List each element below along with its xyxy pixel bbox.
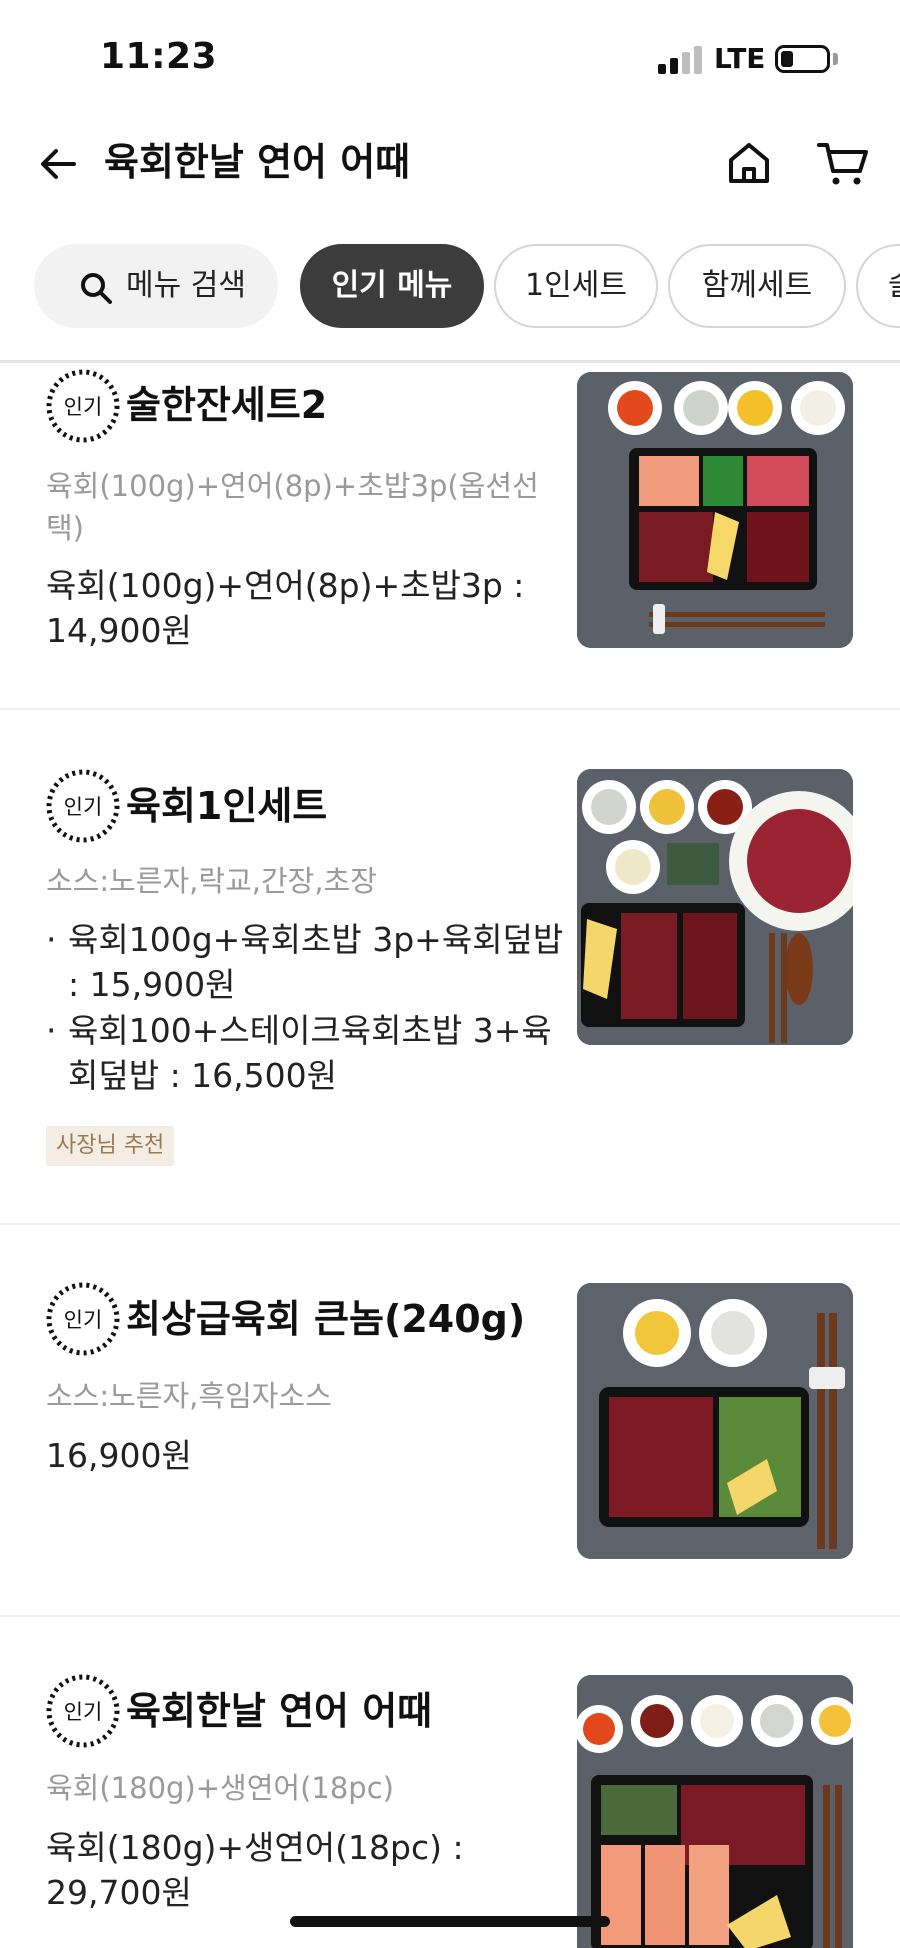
tab-together-set[interactable]: 함께세트 xyxy=(668,244,846,328)
popular-badge-icon: 인기 xyxy=(46,1674,120,1748)
owner-recommend-tag: 사장님 추천 xyxy=(46,1126,175,1166)
menu-description: 소스:노른자,흑임자소스 xyxy=(46,1379,332,1413)
food-photo-image xyxy=(577,1283,853,1559)
popular-badge-icon: 인기 xyxy=(46,369,120,443)
menu-price: 육회(180g)+생연어(18pc) : 29,700원 xyxy=(46,1828,464,1912)
food-photo-image xyxy=(577,769,853,1045)
menu-description: 소스:노른자,락교,간장,초장 xyxy=(46,864,377,898)
menu-item-premium-yukhoe-large[interactable]: 인기 최상급육회 큰놈(240g) 소스:노른자,흑임자소스 16,900원 xyxy=(0,1225,900,1615)
menu-name: 육회1인세트 xyxy=(126,784,328,828)
search-icon xyxy=(81,273,112,304)
popular-badge-label: 인기 xyxy=(64,395,103,419)
menu-photo xyxy=(577,1675,853,1948)
network-type: LTE xyxy=(714,42,766,75)
popular-badge-icon: 인기 xyxy=(46,769,120,843)
cart-icon[interactable] xyxy=(816,138,870,188)
popular-badge-label: 인기 xyxy=(64,1700,103,1724)
popular-badge-label: 인기 xyxy=(64,1308,103,1332)
menu-name: 최상급육회 큰놈(240g) xyxy=(126,1297,526,1341)
back-arrow-icon[interactable] xyxy=(34,140,82,188)
battery-tip xyxy=(833,53,838,65)
status-time: 11:23 xyxy=(100,36,218,77)
tab-drinks[interactable]: 술 xyxy=(856,244,900,328)
menu-photo xyxy=(577,769,853,1045)
popular-badge-label: 인기 xyxy=(64,795,103,819)
menu-option-text: 육회100g+육회초밥 3p+육회덮밥 : 15,900원 xyxy=(68,920,564,1004)
menu-item-sulhanjan-set2[interactable]: 인기 술한잔세트2 육회(100g)+연어(8p)+초밥3p(옵션선택) 육회(… xyxy=(0,363,900,708)
menu-item-yukhoe-salmon[interactable]: 인기 육회한날 연어 어때 육회(180g)+생연어(18pc) 육회(180g… xyxy=(0,1617,900,1948)
page-title: 육회한날 연어 어때 xyxy=(104,140,411,184)
menu-option-line: · 육회100g+육회초밥 3p+육회덮밥 : 15,900원 xyxy=(46,920,564,1004)
menu-item-yukhoe-single-set[interactable]: 인기 육회1인세트 소스:노른자,락교,간장,초장 · 육회100g+육회초밥 3… xyxy=(0,710,900,1223)
home-indicator xyxy=(290,1916,610,1927)
food-photo-image xyxy=(577,372,853,648)
category-tabs: 메뉴 검색 인기 메뉴 1인세트 함께세트 술 xyxy=(0,240,900,332)
menu-price: 육회(100g)+연어(8p)+초밥3p : 14,900원 xyxy=(46,566,525,650)
menu-search-button[interactable]: 메뉴 검색 xyxy=(34,244,278,328)
menu-name: 술한잔세트2 xyxy=(126,383,328,427)
status-bar: 11:23 LTE xyxy=(0,0,900,118)
menu-price: 16,900원 xyxy=(46,1436,192,1475)
menu-option-text: 육회100+스테이크육회초밥 3+육회덮밥 : 16,500원 xyxy=(68,1011,552,1095)
battery-icon xyxy=(775,45,830,73)
menu-search-label: 메뉴 검색 xyxy=(126,268,246,303)
menu-description: 육회(180g)+생연어(18pc) xyxy=(46,1771,394,1805)
food-photo-image xyxy=(577,1675,853,1948)
menu-photo xyxy=(577,372,853,648)
menu-option-line: · 육회100+스테이크육회초밥 3+육회덮밥 : 16,500원 xyxy=(46,1011,552,1095)
popular-badge-icon: 인기 xyxy=(46,1282,120,1356)
home-icon[interactable] xyxy=(724,138,774,188)
tab-popular-menu[interactable]: 인기 메뉴 xyxy=(300,244,484,328)
app-header: 육회한날 연어 어때 xyxy=(0,118,900,210)
signal-icon xyxy=(658,46,704,74)
menu-photo xyxy=(577,1283,853,1559)
menu-name: 육회한날 연어 어때 xyxy=(126,1689,433,1733)
menu-description: 육회(100g)+연어(8p)+초밥3p(옵션선택) xyxy=(46,469,539,545)
tab-single-set[interactable]: 1인세트 xyxy=(494,244,658,328)
